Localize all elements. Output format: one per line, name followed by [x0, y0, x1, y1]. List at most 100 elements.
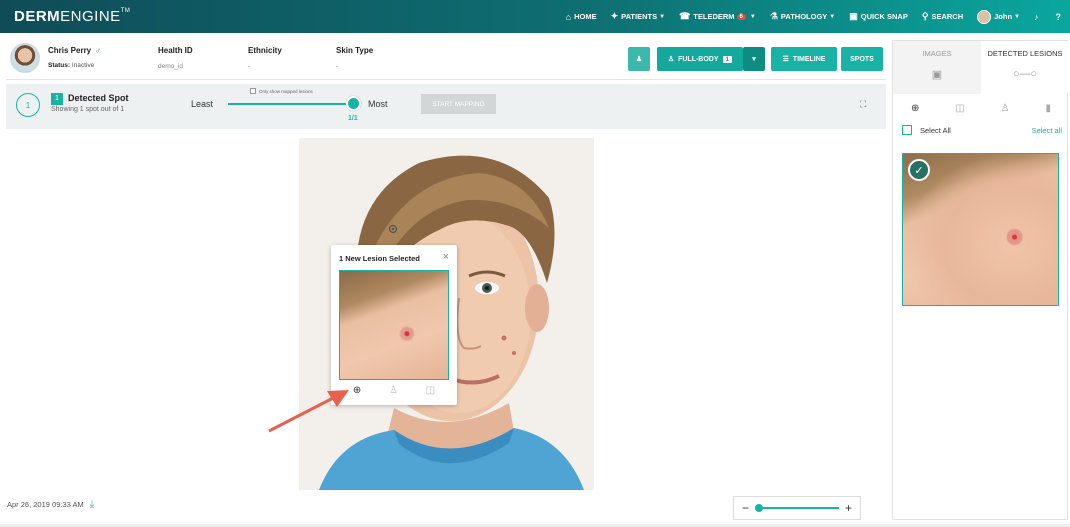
only-mapped-label: Only show mapped lesions — [259, 88, 313, 94]
nav-quick-snap[interactable]: ▣ QUICK SNAP — [849, 11, 908, 22]
timeline-button[interactable]: ☰ TIMELINE — [771, 47, 837, 71]
nav-user-label: John — [994, 12, 1013, 21]
tab-detected-label: DETECTED LESIONS — [987, 49, 1063, 58]
brand-light: ENGINE — [60, 8, 121, 25]
brand-bold: DERM — [14, 8, 61, 25]
camera-icon[interactable]: ◫ — [426, 385, 435, 396]
lesion-preview-image[interactable] — [339, 270, 449, 380]
chevron-down-icon: ▼ — [829, 13, 836, 20]
nav-menu: ⌂ HOME ✦ PATIENTS ▼ ☎ TELEDERM 6 ▼ ⚗ PATHOLOGY ▼… — [552, 0, 1070, 33]
nav-patients[interactable]: ✦ PATIENTS ▼ — [611, 11, 665, 22]
new-lesion-popup: 1 New Lesion Selected × ⊕ ♙ ◫ — [331, 245, 457, 405]
top-navbar: DERMENGINETM ⌂ HOME ✦ PATIENTS ▼ ☎ TELEDERM 6… — [0, 0, 1070, 33]
chevron-down-icon: ▾ — [752, 56, 756, 63]
slider-value: 1/1 — [348, 115, 358, 122]
spot-count-circle[interactable]: 1 — [16, 93, 40, 117]
brand-tm: TM — [120, 8, 131, 14]
image-date: Apr 26, 2019 09:33 AM ⤓ — [7, 499, 94, 510]
lesion-actions: ⊕ ◫ ♙ ▮ — [893, 97, 1069, 119]
tab-images[interactable]: IMAGES ▣ — [893, 41, 981, 94]
nav-pathology[interactable]: ⚗ PATHOLOGY ▼ — [770, 11, 835, 22]
nav-help[interactable]: ? — [1056, 12, 1065, 22]
person-icon: ♟ — [635, 56, 643, 63]
tab-images-label: IMAGES — [922, 49, 952, 58]
zoom-slider-handle[interactable] — [755, 504, 764, 512]
select-all-link[interactable]: Select all — [1032, 126, 1062, 135]
select-all-checkbox[interactable] — [902, 125, 912, 135]
nav-patients-label: PATIENTS — [621, 12, 658, 21]
nav-telederm[interactable]: ☎ TELEDERM 6 ▼ — [679, 11, 756, 22]
camera-icon: ▣ — [849, 11, 858, 21]
user-avatar — [977, 9, 992, 24]
nav-user[interactable]: John ▼ — [977, 9, 1020, 24]
patient-profile-button[interactable]: ♟ — [628, 47, 650, 71]
trash-icon[interactable]: ▮ — [1045, 103, 1051, 114]
full-body-dropdown[interactable]: ▾ — [743, 47, 765, 71]
patient-name: Chris Perry ♂ — [48, 46, 101, 55]
full-body-button[interactable]: ♙ FULL-BODY 1 — [657, 47, 743, 71]
ethnicity-value: - — [248, 63, 251, 70]
nav-search[interactable]: ⚲ SEARCH — [922, 11, 963, 22]
nav-notifications[interactable]: ♪ — [1034, 12, 1042, 22]
add-circle-icon[interactable]: ⊕ — [911, 103, 919, 114]
pointer-arrow-annotation — [268, 390, 349, 433]
fullscreen-icon[interactable]: ⛶ — [860, 99, 866, 110]
person-icon[interactable]: ♙ — [1001, 103, 1010, 114]
connector-icon: ○—○ — [1012, 68, 1038, 80]
spots-button[interactable]: SPOTS — [841, 47, 883, 71]
brand-logo[interactable]: DERMENGINETM — [14, 8, 130, 25]
patient-status: Status: Inactive — [48, 62, 94, 69]
home-icon: ⌂ — [565, 11, 572, 22]
nav-home[interactable]: ⌂ HOME — [566, 12, 597, 22]
patients-icon: ✦ — [610, 11, 619, 21]
ethnicity-label: Ethnicity — [248, 46, 282, 55]
panel-tabs: IMAGES ▣ DETECTED LESIONS ○—○ — [893, 41, 1069, 94]
person-icon[interactable]: ♙ — [389, 385, 398, 396]
images-icon: ▣ — [931, 69, 943, 81]
popup-actions: ⊕ ♙ ◫ — [339, 385, 449, 396]
slider-most-label: Most — [368, 99, 388, 109]
body-icon: ♙ — [667, 56, 675, 63]
lesion-thumbnail[interactable]: ✓ — [902, 153, 1059, 306]
zoom-out-button[interactable]: − — [742, 501, 749, 515]
popup-title: 1 New Lesion Selected — [339, 254, 420, 263]
zoom-control: − + — [733, 496, 861, 520]
nav-home-label: HOME — [574, 12, 597, 21]
nav-telederm-label: TELEDERM — [693, 12, 735, 21]
select-all-label: Select All — [920, 125, 951, 135]
chevron-down-icon: ▼ — [659, 13, 666, 20]
start-mapping-button[interactable]: START MAPPING — [421, 94, 496, 114]
chevron-down-icon: ▼ — [749, 13, 756, 20]
telederm-badge: 6 — [736, 13, 746, 20]
tab-detected-lesions[interactable]: DETECTED LESIONS ○—○ — [981, 41, 1069, 94]
microscope-icon: ⚗ — [769, 11, 778, 21]
timeline-label: TIMELINE — [792, 55, 826, 63]
detected-spot-subtitle: Showing 1 spot out of 1 — [51, 106, 125, 113]
zoom-slider[interactable] — [755, 504, 840, 512]
skin-type-value: - — [336, 63, 339, 70]
help-icon: ? — [1055, 11, 1062, 22]
sensitivity-slider-handle[interactable] — [346, 96, 361, 111]
zoom-in-button[interactable]: + — [845, 501, 852, 515]
status-label: Status: — [48, 62, 71, 69]
check-icon[interactable]: ✓ — [908, 159, 930, 181]
spot-count-badge: 1 — [51, 93, 63, 105]
select-all-row: Select All Select all — [902, 125, 1062, 135]
sensitivity-slider-track[interactable] — [228, 103, 356, 105]
full-body-label: FULL-BODY — [678, 55, 719, 63]
health-id-label: Health ID — [158, 46, 193, 55]
nav-search-label: SEARCH — [931, 12, 964, 21]
status-value: Inactive — [71, 62, 95, 69]
download-icon[interactable]: ⤓ — [90, 499, 94, 510]
list-icon: ☰ — [782, 56, 789, 63]
chevron-down-icon: ▼ — [1014, 13, 1020, 20]
spots-label: SPOTS — [850, 55, 874, 63]
camera-icon[interactable]: ◫ — [955, 103, 964, 114]
date-text: Apr 26, 2019 09:33 AM — [7, 500, 84, 509]
detected-spot-title: Detected Spot — [68, 93, 129, 103]
nav-pathology-label: PATHOLOGY — [780, 12, 828, 21]
checkbox[interactable] — [250, 88, 256, 94]
search-icon: ⚲ — [921, 11, 929, 21]
close-icon[interactable]: × — [443, 251, 449, 263]
only-mapped-checkbox[interactable]: Only show mapped lesions — [250, 88, 313, 94]
